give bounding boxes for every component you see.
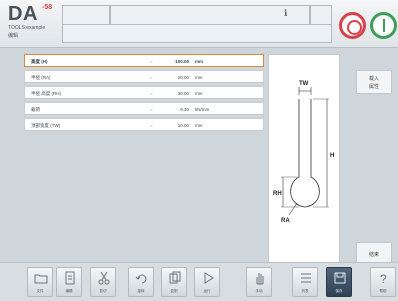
param-unit: mm xyxy=(195,75,203,80)
toolbar-button-file[interactable]: 文件 xyxy=(27,267,53,297)
toolbar-button-list[interactable]: 列表 xyxy=(292,267,318,297)
param-unit: mm xyxy=(195,123,203,128)
status-box-2 xyxy=(110,5,310,25)
document-icon xyxy=(65,271,75,285)
stop-button[interactable] xyxy=(339,12,366,39)
toolbar-button-run[interactable]: 运行 xyxy=(194,267,220,297)
toolbar-label: 列表 xyxy=(301,289,309,293)
help-icon: ? xyxy=(380,272,387,285)
status-box-3 xyxy=(310,5,332,25)
param-eq: = xyxy=(150,107,153,112)
copy-icon xyxy=(169,271,181,284)
toolbar-label: 手动 xyxy=(255,289,263,293)
info-icon[interactable]: ℹ xyxy=(284,8,287,19)
param-value[interactable]: 10.00 xyxy=(159,123,189,128)
play-icon xyxy=(204,272,214,284)
toolbar-label: 保存 xyxy=(335,289,343,293)
mode-label: 编辑 xyxy=(8,33,19,39)
app-version: -58 xyxy=(42,4,53,11)
param-eq: = xyxy=(150,123,153,128)
param-row-load[interactable]: 载荷 = 0.30 kN/mm xyxy=(24,102,264,115)
save-icon xyxy=(334,272,346,284)
toolbar-button-save[interactable]: 保存 xyxy=(326,267,352,297)
toolbar-button-cut[interactable]: 剪切 xyxy=(90,267,116,297)
toolbar-button-copy[interactable]: 复制 xyxy=(161,267,187,297)
rotate-icon xyxy=(135,274,147,284)
label-tw: TW xyxy=(299,81,309,87)
product-name: TOOLS:example xyxy=(8,25,46,31)
tool-profile xyxy=(290,99,320,208)
param-label: 半径 (RA) xyxy=(31,75,51,80)
ra-leader-line xyxy=(288,202,298,216)
param-eq: = xyxy=(150,75,153,80)
header-bar: DA -58 TOOLS:example 编辑 ℹ xyxy=(0,0,398,48)
param-unit: mm xyxy=(195,59,204,64)
param-label: 顶部宽度 (TW) xyxy=(31,123,61,128)
label-ra: RA xyxy=(281,218,290,224)
param-eq: = xyxy=(150,91,153,96)
app-logo: DA xyxy=(8,3,38,25)
param-unit: mm xyxy=(195,91,203,96)
hand-icon xyxy=(256,273,264,285)
param-label: 高度 (H) xyxy=(31,59,48,64)
load-properties-label: 载入 属性 xyxy=(368,76,379,90)
param-value[interactable]: 0.30 xyxy=(159,107,189,112)
param-label: 半径 高度 (RH) xyxy=(31,91,61,96)
toolbar-button-edit[interactable]: 编辑 xyxy=(56,267,82,297)
toolbar-button-rotate[interactable]: 旋转 xyxy=(128,267,154,297)
param-unit: kN/mm xyxy=(195,107,210,112)
finish-label: 结束 xyxy=(368,252,379,258)
load-properties-button[interactable]: 载入 属性 xyxy=(356,70,392,94)
toolbar-label: 复制 xyxy=(170,289,178,293)
param-row-top-width[interactable]: 顶部宽度 (TW) = 10.00 mm xyxy=(24,118,264,131)
toolbar-label: 旋转 xyxy=(137,289,145,293)
status-box-1 xyxy=(62,5,110,25)
toolbar-label: 剪切 xyxy=(99,289,107,293)
svg-text:?: ? xyxy=(380,272,387,285)
param-row-radius[interactable]: 半径 (RA) = 20.00 mm xyxy=(24,70,264,83)
tool-diagram: TW H RH RA xyxy=(268,54,340,264)
toolbar-label: 文件 xyxy=(36,289,44,293)
toolbar-label: 帮助 xyxy=(379,289,387,293)
label-rh: RH xyxy=(273,191,282,197)
tool-shape-drawing: TW H RH RA xyxy=(273,81,334,224)
message-box xyxy=(62,25,332,43)
param-value[interactable]: 30.00 xyxy=(159,91,189,96)
cut-icon xyxy=(98,271,110,285)
list-icon xyxy=(301,273,311,283)
folder-icon xyxy=(34,274,48,284)
param-row-height[interactable]: 高度 (H) = 100.00 mm xyxy=(24,54,264,67)
toolbar-button-manual[interactable]: 手动 xyxy=(246,267,272,297)
param-eq: = xyxy=(150,59,153,64)
param-row-radius-height[interactable]: 半径 高度 (RH) = 30.00 mm xyxy=(24,86,264,99)
param-value[interactable]: 20.00 xyxy=(159,75,189,80)
param-value[interactable]: 100.00 xyxy=(159,59,189,64)
param-label: 载荷 xyxy=(31,107,40,112)
parameter-list: 高度 (H) = 100.00 mm 半径 (RA) = 20.00 mm 半径… xyxy=(24,54,264,134)
toolbar-label: 编辑 xyxy=(65,289,73,293)
toolbar-button-help[interactable]: ? 帮助 xyxy=(370,267,396,297)
toolbar-label: 运行 xyxy=(203,289,211,293)
label-h: H xyxy=(330,153,334,159)
start-button[interactable] xyxy=(370,12,397,39)
